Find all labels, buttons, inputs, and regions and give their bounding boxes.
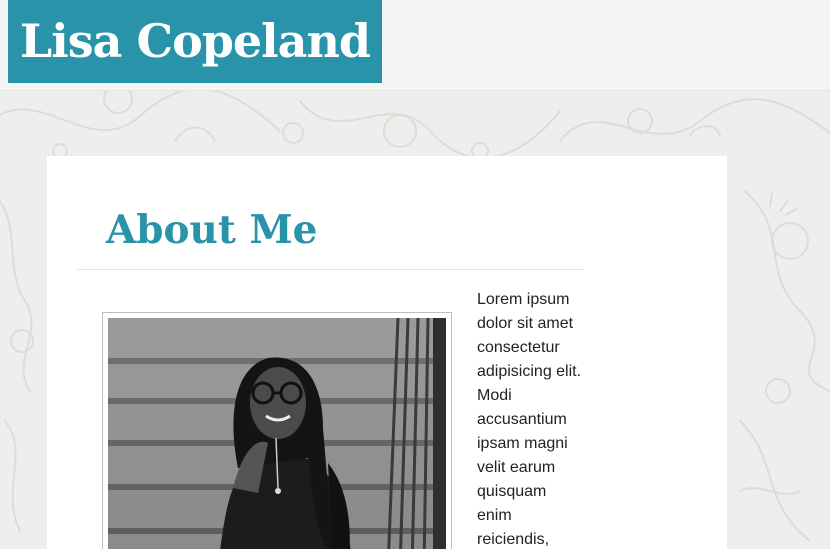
site-header: Lisa Copeland	[0, 0, 830, 91]
profile-photo-frame	[102, 312, 452, 549]
profile-photo	[108, 318, 446, 549]
site-logo[interactable]: Lisa Copeland	[8, 0, 382, 83]
bio-text: Lorem ipsum dolor sit amet consectetur a…	[477, 291, 582, 548]
title-divider	[77, 269, 584, 270]
about-card: About Me Lorem ipsum dolor sit amet cons…	[47, 156, 727, 549]
page-title: About Me	[106, 207, 318, 253]
